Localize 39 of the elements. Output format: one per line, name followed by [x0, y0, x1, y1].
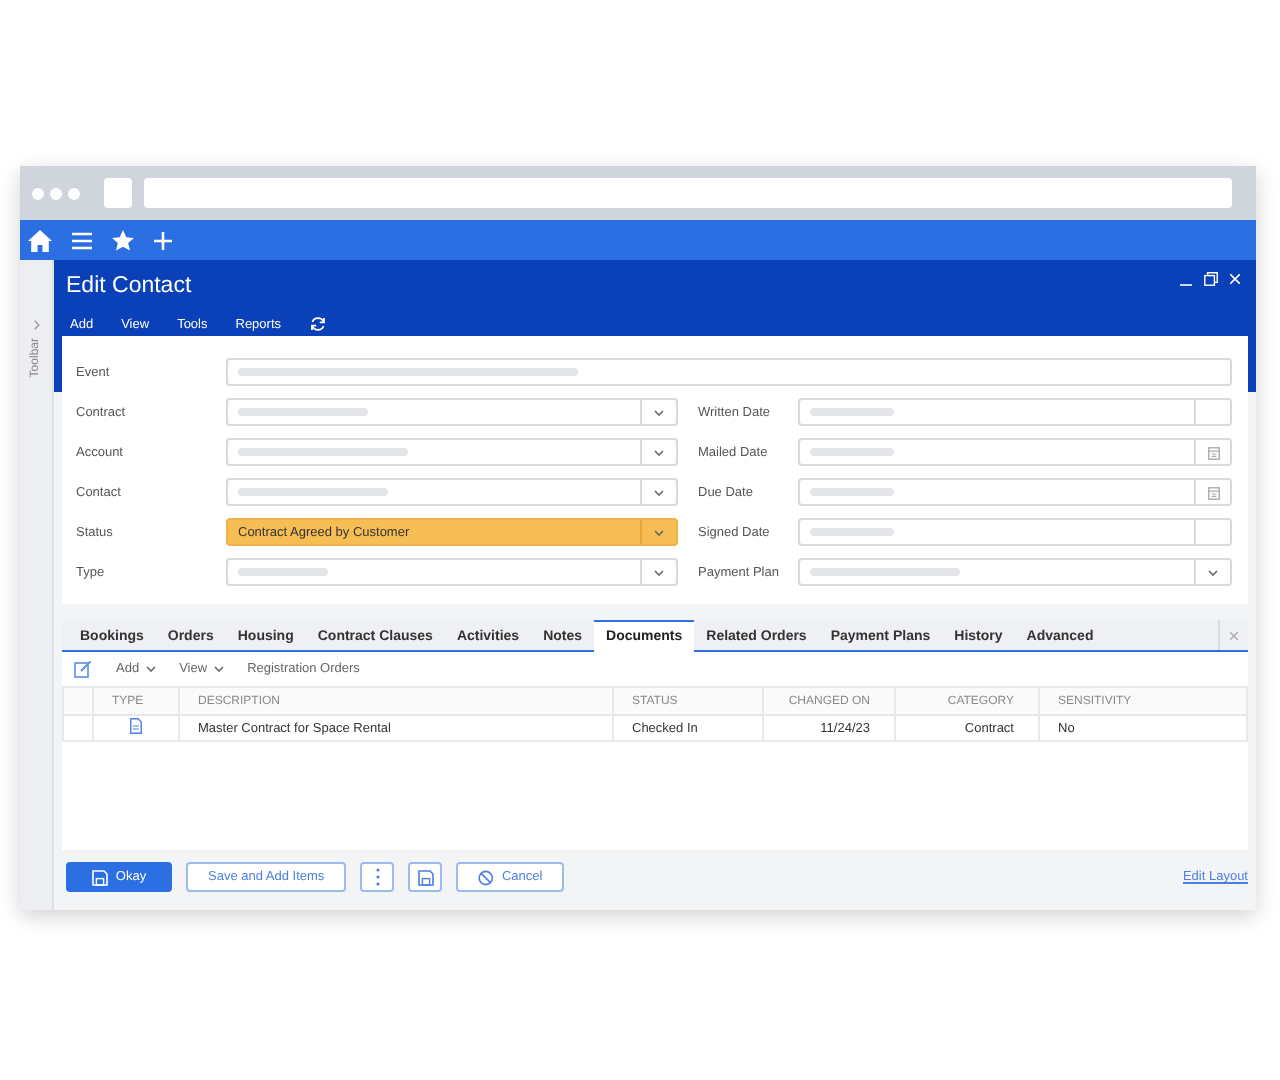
restore-icon[interactable]: [1204, 272, 1218, 286]
address-bar[interactable]: [144, 178, 1232, 208]
dropdown-field[interactable]: [798, 558, 1232, 586]
more-button[interactable]: [360, 862, 395, 892]
save-icon: [91, 869, 108, 885]
save-icon: [417, 869, 434, 885]
caret-icon: [654, 409, 664, 415]
document-icon: [130, 718, 142, 734]
input-field[interactable]: [798, 438, 1232, 466]
caret-icon: [145, 666, 156, 672]
input-field[interactable]: [798, 478, 1232, 506]
caret-icon: [1208, 569, 1218, 575]
plus-icon[interactable]: [154, 231, 172, 249]
caret-icon: [654, 529, 664, 535]
sort-header[interactable]: [63, 687, 93, 715]
chevron-icon[interactable]: [33, 320, 39, 330]
input-field[interactable]: [226, 358, 1232, 386]
dropdown-field[interactable]: [226, 478, 678, 506]
cancel-icon: [478, 869, 494, 885]
input-field[interactable]: [798, 398, 1232, 426]
dropdown-field[interactable]: [226, 438, 678, 466]
menu-icon[interactable]: [72, 231, 92, 249]
calendar-icon: [1207, 445, 1219, 459]
calendar-icon: [1207, 485, 1219, 499]
home-icon[interactable]: [28, 229, 52, 251]
caret-icon: [654, 489, 664, 495]
caret-icon: [654, 449, 664, 455]
dropdown-field[interactable]: [226, 558, 678, 586]
refresh-icon[interactable]: [309, 316, 326, 332]
star-icon[interactable]: [112, 229, 134, 251]
dropdown-field[interactable]: [226, 398, 678, 426]
tab-square[interactable]: [104, 178, 132, 208]
edit-icon[interactable]: [74, 660, 92, 678]
caret-icon: [654, 569, 664, 575]
caret-icon: [213, 666, 224, 672]
window-title: Edit Contact: [66, 272, 192, 300]
input-field[interactable]: [798, 518, 1232, 546]
save-button[interactable]: [408, 862, 443, 892]
more-icon: [375, 868, 380, 886]
